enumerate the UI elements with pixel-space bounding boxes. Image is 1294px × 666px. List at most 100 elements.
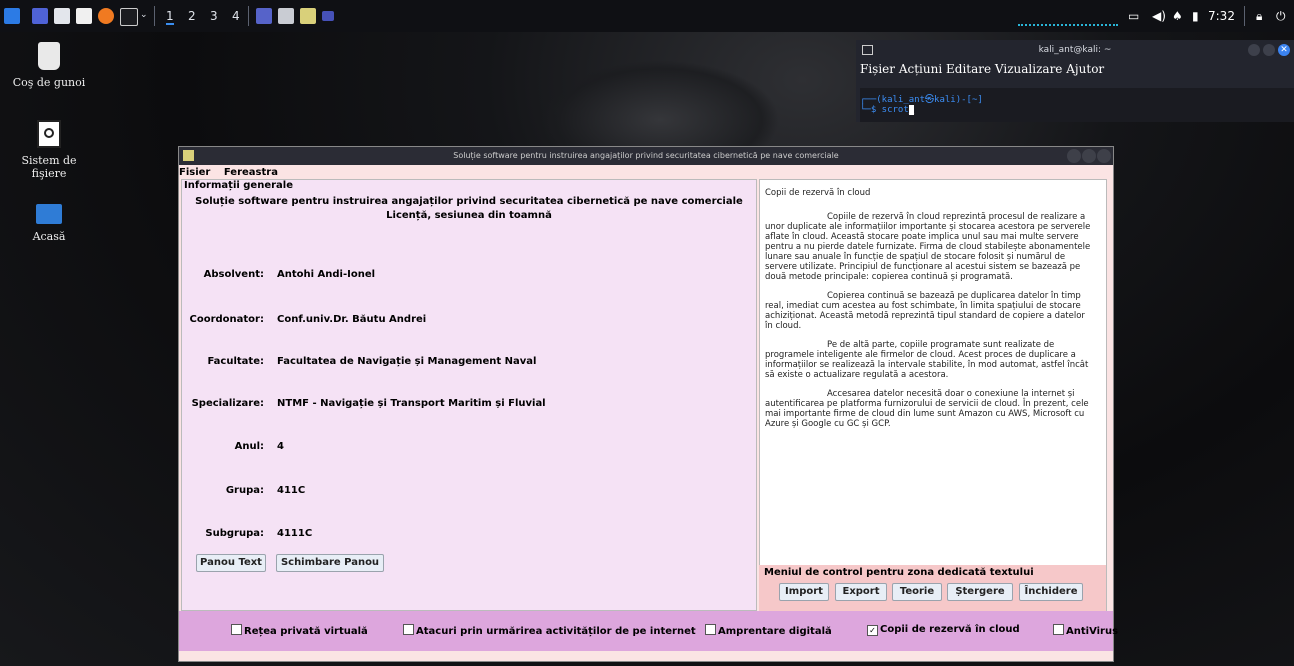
window-button-icon[interactable] — [278, 8, 294, 24]
desktop-icon-home[interactable]: Acasă — [4, 204, 94, 243]
checkbox-box-checked[interactable]: ✓ — [867, 625, 878, 636]
terminal-titlebar[interactable]: kali_ant@kali: ~ ✕ — [856, 40, 1294, 60]
checkbox-label: Atacuri prin urmărirea activităților de … — [416, 626, 696, 637]
file-manager-icon[interactable] — [54, 8, 70, 24]
lock-icon[interactable]: 🔒︎ — [1256, 9, 1262, 24]
firefox-icon[interactable] — [98, 8, 114, 24]
checkbox-fingerprinting[interactable]: Amprentare digitală — [705, 624, 832, 637]
window-button-icon[interactable] — [256, 8, 272, 24]
network-graph-icon — [1018, 20, 1118, 26]
bell-icon[interactable]: ♠ — [1172, 9, 1183, 23]
text-paragraph: Accesarea datelor necesită doar o conexi… — [765, 389, 1089, 429]
text-panel-button[interactable]: Panou Text — [196, 554, 266, 572]
field-value: Conf.univ.Dr. Băutu Andrei — [277, 314, 427, 325]
menu-help[interactable]: Ajutor — [1066, 62, 1104, 76]
terminal-title: kali_ant@kali: ~ — [1038, 45, 1112, 55]
checkbox-vpn[interactable]: Rețea privată virtuală — [231, 624, 368, 637]
checkbox-box[interactable] — [231, 624, 242, 635]
close-icon[interactable]: ✕ — [1278, 44, 1290, 56]
text-control-menu: Meniul de control pentru zona dedicată t… — [759, 565, 1106, 611]
text-paragraph: Pe de altă parte, copiile programate sun… — [765, 340, 1089, 380]
maximize-button[interactable] — [1263, 44, 1275, 56]
maximize-button[interactable] — [1082, 149, 1096, 163]
menu-edit[interactable]: Editare — [946, 62, 991, 76]
menu-actions[interactable]: Acțiuni — [899, 62, 942, 76]
top-panel: ⌄ 1 2 3 4 ▭ ◀) ♠ ▮ 7:32 🔒︎ ⏻ — [0, 0, 1294, 32]
workspace-1[interactable]: 1 — [166, 9, 174, 25]
text-paragraph: Copierea continuă se bazează pe duplicar… — [765, 291, 1085, 331]
menu-fisier[interactable]: Fisier — [179, 167, 210, 178]
desktop-icon-label: Coş de gunoi — [12, 76, 86, 89]
trash-icon — [38, 42, 60, 70]
clock[interactable]: 7:32 — [1208, 9, 1235, 23]
checkbox-antivirus[interactable]: AntiVirus — [1053, 624, 1118, 637]
chevron-down-icon[interactable]: ⌄ — [140, 10, 148, 20]
desktop-icon-trash[interactable]: Coş de gunoi — [4, 42, 94, 89]
session-subtitle: Licență, sesiunea din toamnă — [386, 210, 552, 221]
checkbox-box[interactable] — [705, 624, 716, 635]
terminal-window[interactable]: kali_ant@kali: ~ ✕ Fișier Acțiuni Editar… — [856, 40, 1294, 122]
field-label: Subgrupa: — [205, 528, 264, 539]
project-title: Soluție software pentru instruirea angaj… — [195, 196, 743, 207]
java-app-icon[interactable] — [300, 8, 316, 24]
display-icon[interactable]: ▭ — [1128, 9, 1139, 23]
panel-legend: Informații generale — [184, 180, 297, 191]
minimize-button[interactable] — [1248, 44, 1260, 56]
panel-separator — [154, 6, 155, 26]
close-text-button[interactable]: Închidere — [1019, 583, 1083, 601]
field-label: Coordonator: — [189, 314, 265, 325]
volume-icon[interactable]: ◀) — [1152, 9, 1166, 23]
text-editor-icon[interactable] — [76, 8, 92, 24]
checkbox-box[interactable] — [1053, 624, 1064, 635]
drive-icon — [37, 120, 61, 148]
export-button[interactable]: Export — [835, 583, 887, 601]
field-value: 4 — [277, 441, 284, 452]
terminal-output[interactable]: ┌──(kali_ant㉿kali)-[~] └─$ scrot_ — [860, 88, 1294, 122]
theory-button[interactable]: Teorie — [892, 583, 942, 601]
delete-button[interactable]: Ștergere — [947, 583, 1013, 601]
menu-fereastra[interactable]: Fereastra — [224, 167, 278, 178]
kali-menu-icon[interactable] — [4, 8, 20, 24]
workspace-4[interactable]: 4 — [232, 9, 240, 23]
text-heading: Copii de rezervă în cloud — [765, 188, 871, 198]
text-paragraph: Copiile de rezervă în cloud reprezintă p… — [765, 212, 1091, 282]
checkbox-box[interactable] — [403, 624, 414, 635]
workspace-3[interactable]: 3 — [210, 9, 218, 23]
app-title: Soluție software pentru instruirea angaj… — [453, 151, 839, 160]
field-label: Specializare: — [191, 398, 264, 409]
checkbox-label: AntiVirus — [1066, 626, 1119, 637]
text-area-panel[interactable]: Copii de rezervă în cloud Copiile de rez… — [759, 179, 1107, 611]
desktop-icon-label: Sistem de fişiere — [21, 154, 77, 180]
checkbox-label: Copii de rezervă în cloud — [880, 624, 1020, 635]
field-value: 4111C — [277, 528, 313, 539]
general-info-panel: Informații generale Soluție software pen… — [181, 179, 757, 611]
field-label: Anul: — [234, 441, 264, 452]
terminal-icon[interactable] — [120, 8, 138, 26]
field-value: 411C — [277, 485, 306, 496]
app-titlebar[interactable]: Soluție software pentru instruirea angaj… — [179, 147, 1113, 165]
field-value: Antohi Andi-Ionel — [277, 269, 376, 280]
panel-separator — [1244, 6, 1245, 26]
window-button-icon[interactable] — [322, 11, 334, 21]
menu-file[interactable]: Fișier — [860, 62, 895, 76]
change-panel-button[interactable]: Schimbare Panou — [276, 554, 384, 572]
terminal-menubar: Fișier Acțiuni Editare Vizualizare Ajuto… — [860, 62, 1104, 76]
topic-checkbox-bar: Rețea privată virtuală Atacuri prin urmă… — [179, 611, 1118, 651]
checkbox-label: Rețea privată virtuală — [244, 626, 368, 637]
desktop-icon-filesystem[interactable]: Sistem de fişiere — [4, 120, 94, 180]
close-button[interactable] — [1097, 149, 1111, 163]
desktop-icon-label: Acasă — [32, 230, 66, 243]
terminal-prompt: ┌──(kali_ant㉿kali)-[~] — [860, 95, 983, 105]
text-content[interactable]: Copii de rezervă în cloud Copiile de rez… — [765, 188, 1095, 438]
minimize-button[interactable] — [1067, 149, 1081, 163]
checkbox-tracking-attacks[interactable]: Atacuri prin urmărirea activităților de … — [403, 624, 696, 637]
show-desktop-icon[interactable] — [32, 8, 48, 24]
checkbox-cloud-backup[interactable]: ✓ Copii de rezervă în cloud — [867, 624, 1020, 636]
import-button[interactable]: Import — [779, 583, 829, 601]
menu-view[interactable]: Vizualizare — [995, 62, 1063, 76]
field-value: NTMF - Navigație și Transport Maritim și… — [277, 398, 546, 409]
field-label: Absolvent: — [203, 269, 264, 280]
battery-icon[interactable]: ▮ — [1192, 9, 1199, 23]
workspace-2[interactable]: 2 — [188, 9, 196, 23]
power-icon[interactable]: ⏻ — [1276, 9, 1286, 24]
